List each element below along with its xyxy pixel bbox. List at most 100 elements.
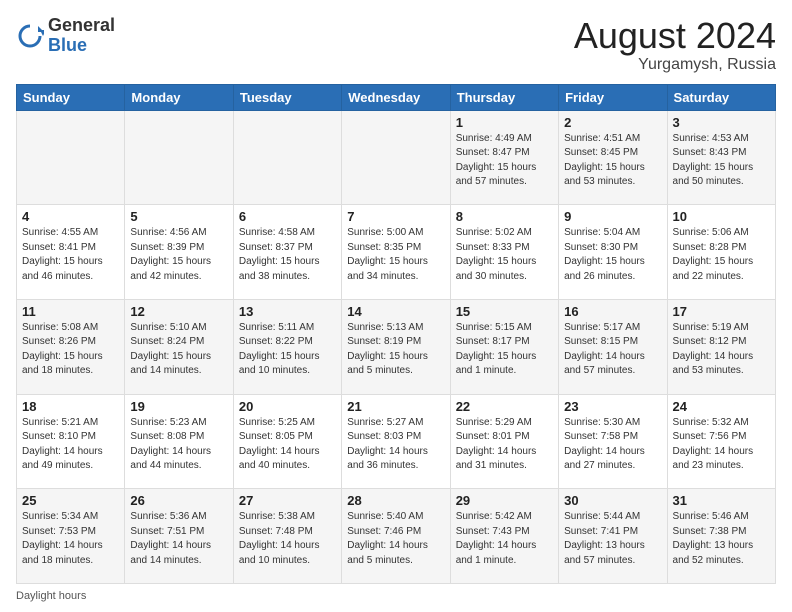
day-info: Sunrise: 5:23 AMSunset: 8:08 PMDaylight:… xyxy=(130,416,227,474)
day-cell: 22 Sunrise: 5:29 AMSunset: 8:01 PMDayligh… xyxy=(450,394,558,489)
day-number: 29 xyxy=(456,493,553,508)
day-cell: 29Sunrise: 5:42 AMSunset: 7:43 PMDayligh… xyxy=(450,489,558,584)
day-cell: 14Sunrise: 5:13 AMSunset: 8:19 PMDayligh… xyxy=(342,299,450,394)
logo-text: General Blue xyxy=(48,16,115,56)
day-info: Sunrise: 5:30 AMSunset: 7:58 PMDaylight:… xyxy=(564,416,661,474)
day-cell: 20 Sunrise: 5:25 AMSunset: 8:05 PMDayligh… xyxy=(233,394,341,489)
week-row-4: 18Sunrise: 5:21 AMSunset: 8:10 PMDayligh… xyxy=(17,394,776,489)
day-cell: 1 Sunrise: 4:49 AMSunset: 8:47 PMDaylight… xyxy=(450,110,558,205)
day-cell: 2 Sunrise: 4:51 AMSunset: 8:45 PMDaylight… xyxy=(559,110,667,205)
day-cell: 10Sunrise: 5:06 AMSunset: 8:28 PMDayligh… xyxy=(667,205,775,300)
col-thursday: Thursday xyxy=(450,84,558,110)
logo-blue: Blue xyxy=(48,35,87,55)
day-cell: 9 Sunrise: 5:04 AMSunset: 8:30 PMDaylight… xyxy=(559,205,667,300)
day-info: Sunrise: 5:00 AMSunset: 8:35 PMDaylight:… xyxy=(347,226,444,284)
day-info: Sunrise: 4:51 AMSunset: 8:45 PMDaylight:… xyxy=(564,132,661,190)
day-cell: 17 Sunrise: 5:19 AMSunset: 8:12 PMDayligh… xyxy=(667,299,775,394)
day-cell xyxy=(125,110,233,205)
day-number: 28 xyxy=(347,493,444,508)
day-number: 24 xyxy=(673,399,770,414)
title-block: August 2024 Yurgamysh, Russia xyxy=(574,16,776,74)
day-number: 16 xyxy=(564,304,661,319)
month-title: August 2024 xyxy=(574,16,776,56)
day-number: 12 xyxy=(130,304,227,319)
day-cell: 3Sunrise: 4:53 AMSunset: 8:43 PMDaylight… xyxy=(667,110,775,205)
week-row-3: 11 Sunrise: 5:08 AMSunset: 8:26 PMDayligh… xyxy=(17,299,776,394)
day-number: 20 xyxy=(239,399,336,414)
day-number: 21 xyxy=(347,399,444,414)
day-number: 14 xyxy=(347,304,444,319)
logo: General Blue xyxy=(16,16,115,56)
daylight-label: Daylight hours xyxy=(16,590,86,602)
day-cell: 7 Sunrise: 5:00 AMSunset: 8:35 PMDaylight… xyxy=(342,205,450,300)
day-number: 9 xyxy=(564,209,661,224)
day-number: 31 xyxy=(673,493,770,508)
day-number: 4 xyxy=(22,209,119,224)
day-info: Sunrise: 5:19 AMSunset: 8:12 PMDaylight:… xyxy=(673,321,770,379)
day-cell: 16Sunrise: 5:17 AMSunset: 8:15 PMDayligh… xyxy=(559,299,667,394)
day-info: Sunrise: 5:27 AMSunset: 8:03 PMDaylight:… xyxy=(347,416,444,474)
day-cell: 13 Sunrise: 5:11 AMSunset: 8:22 PMDayligh… xyxy=(233,299,341,394)
day-cell: 31 Sunrise: 5:46 AMSunset: 7:38 PMDayligh… xyxy=(667,489,775,584)
day-info: Sunrise: 5:02 AMSunset: 8:33 PMDaylight:… xyxy=(456,226,553,284)
day-info: Sunrise: 5:36 AMSunset: 7:51 PMDaylight:… xyxy=(130,510,227,568)
day-cell: 30Sunrise: 5:44 AMSunset: 7:41 PMDayligh… xyxy=(559,489,667,584)
day-info: Sunrise: 5:11 AMSunset: 8:22 PMDaylight:… xyxy=(239,321,336,379)
day-info: Sunrise: 5:32 AMSunset: 7:56 PMDaylight:… xyxy=(673,416,770,474)
location: Yurgamysh, Russia xyxy=(574,56,776,74)
day-cell: 19Sunrise: 5:23 AMSunset: 8:08 PMDayligh… xyxy=(125,394,233,489)
week-row-5: 25Sunrise: 5:34 AMSunset: 7:53 PMDayligh… xyxy=(17,489,776,584)
header-row: Sunday Monday Tuesday Wednesday Thursday… xyxy=(17,84,776,110)
day-number: 13 xyxy=(239,304,336,319)
day-cell: 18Sunrise: 5:21 AMSunset: 8:10 PMDayligh… xyxy=(17,394,125,489)
day-number: 2 xyxy=(564,115,661,130)
day-number: 10 xyxy=(673,209,770,224)
day-number: 23 xyxy=(564,399,661,414)
day-number: 26 xyxy=(130,493,227,508)
col-sunday: Sunday xyxy=(17,84,125,110)
day-number: 30 xyxy=(564,493,661,508)
day-cell: 12 Sunrise: 5:10 AMSunset: 8:24 PMDayligh… xyxy=(125,299,233,394)
day-number: 18 xyxy=(22,399,119,414)
day-cell: 25Sunrise: 5:34 AMSunset: 7:53 PMDayligh… xyxy=(17,489,125,584)
day-cell: 11 Sunrise: 5:08 AMSunset: 8:26 PMDayligh… xyxy=(17,299,125,394)
day-info: Sunrise: 5:08 AMSunset: 8:26 PMDaylight:… xyxy=(22,321,119,379)
day-cell: 6Sunrise: 4:58 AMSunset: 8:37 PMDaylight… xyxy=(233,205,341,300)
day-cell: 23 Sunrise: 5:30 AMSunset: 7:58 PMDayligh… xyxy=(559,394,667,489)
day-info: Sunrise: 5:46 AMSunset: 7:38 PMDaylight:… xyxy=(673,510,770,568)
day-info: Sunrise: 5:25 AMSunset: 8:05 PMDaylight:… xyxy=(239,416,336,474)
day-info: Sunrise: 5:40 AMSunset: 7:46 PMDaylight:… xyxy=(347,510,444,568)
header: General Blue August 2024 Yurgamysh, Russ… xyxy=(16,16,776,74)
day-cell xyxy=(342,110,450,205)
day-info: Sunrise: 4:55 AMSunset: 8:41 PMDaylight:… xyxy=(22,226,119,284)
day-info: Sunrise: 4:58 AMSunset: 8:37 PMDaylight:… xyxy=(239,226,336,284)
day-number: 11 xyxy=(22,304,119,319)
day-cell xyxy=(233,110,341,205)
day-cell: 26 Sunrise: 5:36 AMSunset: 7:51 PMDayligh… xyxy=(125,489,233,584)
day-info: Sunrise: 5:10 AMSunset: 8:24 PMDaylight:… xyxy=(130,321,227,379)
day-info: Sunrise: 5:15 AMSunset: 8:17 PMDaylight:… xyxy=(456,321,553,379)
day-info: Sunrise: 5:04 AMSunset: 8:30 PMDaylight:… xyxy=(564,226,661,284)
calendar: Sunday Monday Tuesday Wednesday Thursday… xyxy=(16,84,776,584)
day-number: 27 xyxy=(239,493,336,508)
day-info: Sunrise: 5:29 AMSunset: 8:01 PMDaylight:… xyxy=(456,416,553,474)
day-number: 7 xyxy=(347,209,444,224)
col-monday: Monday xyxy=(125,84,233,110)
day-number: 8 xyxy=(456,209,553,224)
day-number: 22 xyxy=(456,399,553,414)
day-cell xyxy=(17,110,125,205)
col-wednesday: Wednesday xyxy=(342,84,450,110)
day-info: Sunrise: 4:49 AMSunset: 8:47 PMDaylight:… xyxy=(456,132,553,190)
page: General Blue August 2024 Yurgamysh, Russ… xyxy=(0,0,792,612)
day-cell: 4 Sunrise: 4:55 AMSunset: 8:41 PMDaylight… xyxy=(17,205,125,300)
day-cell: 15 Sunrise: 5:15 AMSunset: 8:17 PMDayligh… xyxy=(450,299,558,394)
week-row-2: 4 Sunrise: 4:55 AMSunset: 8:41 PMDaylight… xyxy=(17,205,776,300)
day-cell: 24 Sunrise: 5:32 AMSunset: 7:56 PMDayligh… xyxy=(667,394,775,489)
day-cell: 8 Sunrise: 5:02 AMSunset: 8:33 PMDaylight… xyxy=(450,205,558,300)
logo-general: General xyxy=(48,15,115,35)
day-number: 1 xyxy=(456,115,553,130)
day-number: 15 xyxy=(456,304,553,319)
logo-icon xyxy=(16,22,44,50)
day-cell: 28 Sunrise: 5:40 AMSunset: 7:46 PMDayligh… xyxy=(342,489,450,584)
day-number: 17 xyxy=(673,304,770,319)
